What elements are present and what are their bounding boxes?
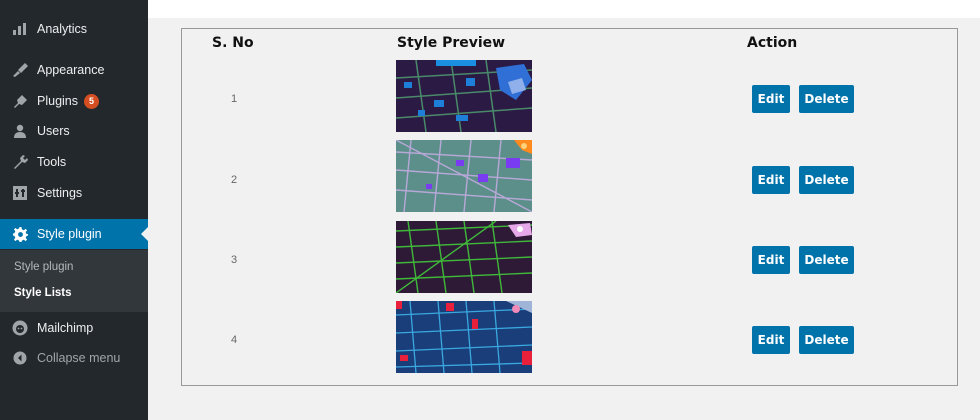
sidebar-item-users[interactable]: Users <box>0 116 148 146</box>
mailchimp-icon <box>12 320 28 336</box>
sidebar-item-label: Appearance <box>37 63 105 77</box>
sidebar-item-label: Tools <box>37 155 67 169</box>
style-preview-image[interactable] <box>396 221 532 293</box>
user-icon <box>12 123 28 139</box>
settings-icon <box>12 185 28 201</box>
sidebar-item-plugins[interactable]: Plugins 5 <box>0 86 148 116</box>
sidebar-item-mailchimp[interactable]: Mailchimp <box>0 313 148 343</box>
sidebar-item-style-plugin[interactable]: Style plugin <box>0 219 148 249</box>
sidebar-item-settings[interactable]: Settings <box>0 178 148 208</box>
sidebar-item-appearance[interactable]: Appearance <box>0 55 148 85</box>
plugins-update-badge: 5 <box>84 93 99 109</box>
style-preview-image[interactable] <box>396 140 532 212</box>
sidebar-item-label: Mailchimp <box>37 321 94 335</box>
delete-button[interactable]: Delete <box>799 166 854 194</box>
wrench-icon <box>12 154 28 170</box>
gear-icon <box>12 226 28 242</box>
paintbrush-icon <box>12 62 28 78</box>
style-plugin-submenu: Style plugin Style Lists <box>0 250 148 312</box>
sidebar-item-label: Settings <box>37 186 83 200</box>
style-preview-image[interactable] <box>396 301 532 373</box>
edit-button[interactable]: Edit <box>752 246 790 274</box>
edit-button[interactable]: Edit <box>752 326 790 354</box>
submenu-item-style-lists[interactable]: Style Lists <box>14 287 72 299</box>
delete-button[interactable]: Delete <box>799 246 854 274</box>
bar-chart-icon <box>12 21 28 37</box>
plug-icon <box>12 93 28 109</box>
edit-button[interactable]: Edit <box>752 166 790 194</box>
sidebar-item-analytics[interactable]: Analytics <box>0 14 148 44</box>
delete-button[interactable]: Delete <box>799 326 854 354</box>
column-header-action: Action <box>747 35 798 51</box>
collapse-menu-button[interactable]: Collapse menu <box>0 343 148 373</box>
delete-button[interactable]: Delete <box>799 85 854 113</box>
submenu-item-style-plugin[interactable]: Style plugin <box>14 261 73 273</box>
sidebar-item-label: Users <box>37 124 70 138</box>
sidebar-item-tools[interactable]: Tools <box>0 147 148 177</box>
collapse-icon <box>12 350 28 366</box>
row-sno: 2 <box>231 174 238 186</box>
column-header-preview: Style Preview <box>397 35 506 51</box>
sidebar-item-label: Analytics <box>37 22 88 36</box>
sidebar-item-label: Style plugin <box>37 227 102 241</box>
main-content: S. No Style Preview Action 1 Edit Delete… <box>148 18 980 420</box>
row-sno: 4 <box>231 334 238 346</box>
row-sno: 3 <box>231 254 238 266</box>
column-header-sno: S. No <box>212 35 254 51</box>
row-sno: 1 <box>231 93 238 105</box>
sidebar-item-label: Collapse menu <box>37 351 121 365</box>
edit-button[interactable]: Edit <box>752 85 790 113</box>
sidebar-item-label: Plugins <box>37 94 78 108</box>
admin-sidebar: Analytics Appearance Plugins 5 Users Too… <box>0 0 148 420</box>
style-preview-image[interactable] <box>396 60 532 132</box>
style-list-table: S. No Style Preview Action 1 Edit Delete… <box>181 28 958 386</box>
